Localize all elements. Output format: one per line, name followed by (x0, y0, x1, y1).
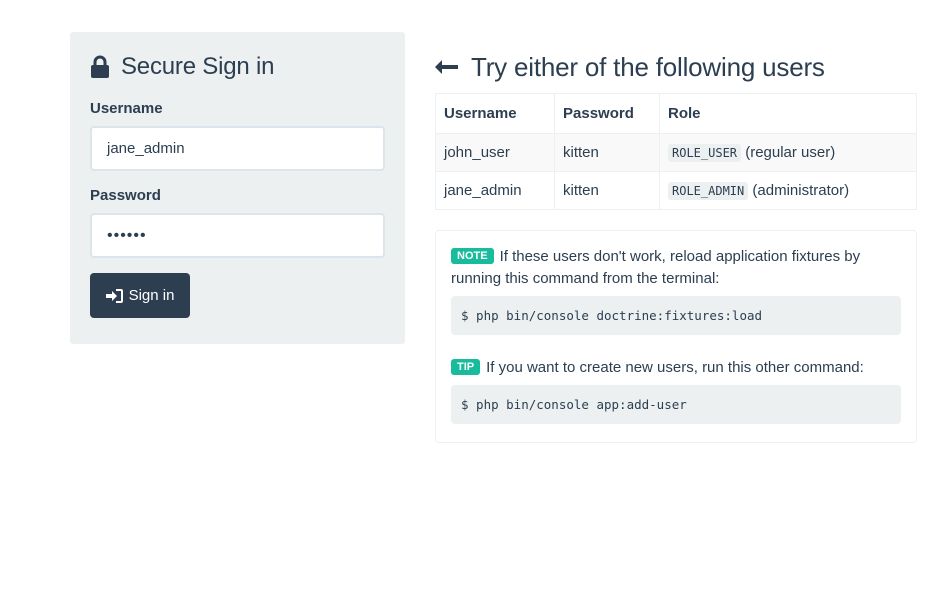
users-title: Try either of the following users (471, 51, 825, 82)
role-code: ROLE_ADMIN (668, 182, 749, 200)
table-row: jane_admin kitten ROLE_ADMIN (administra… (435, 171, 917, 210)
password-input[interactable]: •••••• (90, 213, 385, 258)
tip-badge: TIP (451, 359, 481, 375)
sign-in-button[interactable]: Sign in (90, 273, 190, 318)
users-table: Username Password Role john_user kitten … (435, 93, 917, 210)
sign-in-label: Sign in (128, 287, 175, 304)
cell-role: ROLE_USER (regular user) (659, 133, 917, 172)
cell-username: jane_admin (435, 171, 555, 210)
users-title-row: Try either of the following users (435, 50, 825, 84)
role-code: ROLE_USER (668, 144, 742, 162)
col-password: Password (554, 93, 660, 134)
password-label: Password (90, 187, 161, 204)
tip-text-block: TIP If you want to create new users, run … (451, 357, 901, 379)
table-header-row: Username Password Role (435, 93, 917, 134)
info-panel: NOTE If these users don't work, reload ap… (435, 230, 917, 443)
username-input[interactable]: jane_admin (90, 126, 385, 171)
password-group: Password •••••• (90, 187, 385, 258)
table-row: john_user kitten ROLE_USER (regular user… (435, 133, 917, 172)
col-username: Username (435, 93, 555, 134)
tip-text: If you want to create new users, run thi… (486, 359, 864, 376)
username-label: Username (90, 100, 163, 117)
login-title: Secure Sign in (121, 53, 275, 80)
sign-in-icon (105, 288, 123, 303)
cell-username: john_user (435, 133, 555, 172)
login-panel: Secure Sign in Username jane_admin Passw… (70, 32, 405, 344)
note-text: If these users don't work, reload applic… (451, 248, 861, 287)
login-title-row: Secure Sign in (90, 52, 385, 82)
cell-password: kitten (554, 133, 660, 172)
password-value: •••••• (107, 226, 147, 244)
cell-password: kitten (554, 171, 660, 210)
note-text-block: NOTE If these users don't work, reload ap… (451, 246, 901, 290)
username-group: Username jane_admin (90, 100, 385, 171)
col-role: Role (659, 93, 917, 134)
username-value: jane_admin (107, 140, 185, 157)
fixtures-command[interactable]: $ php bin/console doctrine:fixtures:load (451, 296, 901, 335)
role-desc: (administrator) (752, 182, 850, 199)
arrow-left-icon (435, 60, 459, 74)
lock-icon (90, 55, 110, 79)
add-user-command[interactable]: $ php bin/console app:add-user (451, 385, 901, 424)
note-badge: NOTE (451, 248, 494, 264)
role-desc: (regular user) (745, 144, 836, 161)
cell-role: ROLE_ADMIN (administrator) (659, 171, 917, 210)
